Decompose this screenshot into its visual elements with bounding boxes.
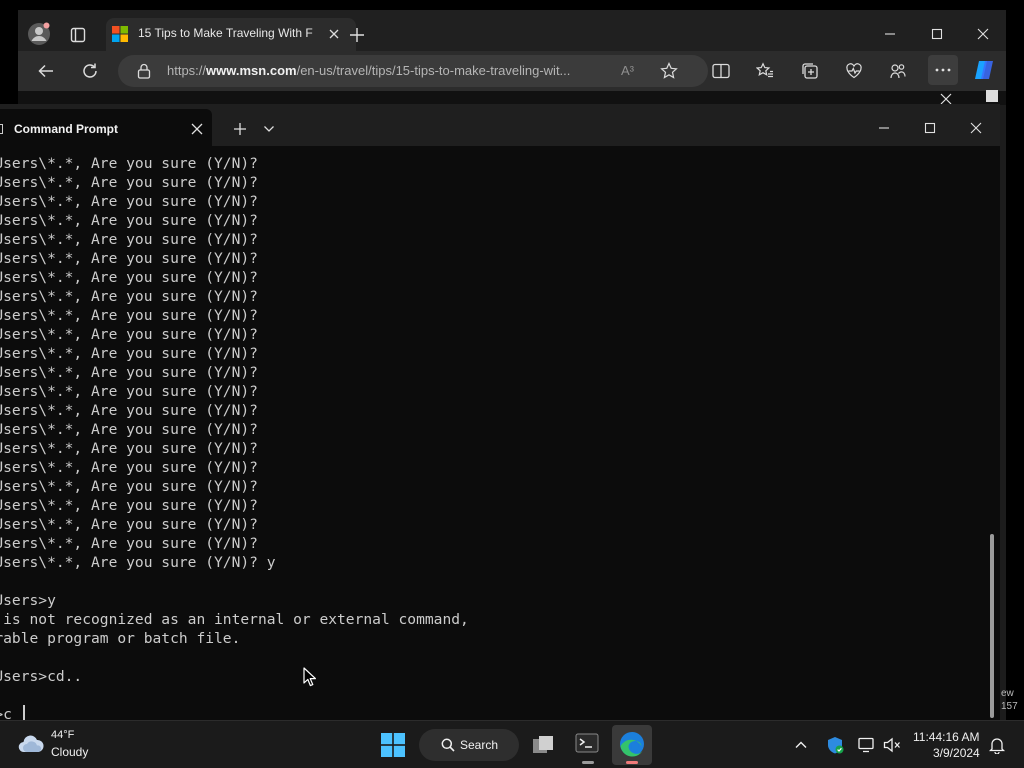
terminal-minimize-icon[interactable] [874,118,894,138]
page-side-text-line-1: ew [1001,688,1014,699]
lock-icon[interactable] [136,63,152,79]
search-icon [441,738,455,752]
terminal-line: C:\Users\*.*, Are you sure (Y/N)? [0,364,258,381]
weather-condition[interactable]: Cloudy [51,745,88,759]
favorite-star-icon[interactable] [660,62,678,80]
terminal-line: C:\Users\*.*, Are you sure (Y/N)? [0,212,258,229]
address-bar[interactable]: https://www.msn.com/en-us/travel/tips/15… [118,55,708,87]
cloudy-weather-icon[interactable] [17,734,45,754]
terminal-line: C:\Users\*.*, Are you sure (Y/N)? [0,231,258,248]
terminal-line: C:\Users\*.*, Are you sure (Y/N)? [0,193,258,210]
security-shield-icon[interactable] [826,736,844,754]
running-indicator [626,761,638,764]
terminal-line: C:\Users\*.*, Are you sure (Y/N)? [0,326,258,343]
browser-maximize-icon[interactable] [927,24,947,44]
terminal-line: C:\Users\*.*, Are you sure (Y/N)? [0,497,258,514]
terminal-line: C:\Users\*.*, Are you sure (Y/N)? [0,421,258,438]
terminal-tab[interactable]: Command Prompt [0,109,212,146]
terminal-line: 'y' is not recognized as an internal or … [0,611,469,628]
close-tab-icon[interactable] [326,26,342,42]
clock-time[interactable]: 11:44:16 AM [913,730,980,744]
terminal-line: C:\Users\*.*, Are you sure (Y/N)? [0,174,258,191]
terminal-line: C:\Users\*.*, Are you sure (Y/N)? [0,535,258,552]
terminal-line: C:\Users\*.*, Are you sure (Y/N)? [0,250,258,267]
browser-close-icon[interactable] [973,24,993,44]
terminal-line: C:\Users>y [0,592,56,609]
task-view-icon[interactable] [531,733,555,757]
chevron-up-icon[interactable] [794,738,808,752]
display-icon[interactable] [858,737,876,753]
msn-favicon-icon [112,26,128,42]
terminal-title-bar: Command Prompt [0,104,1000,146]
extensions-icon[interactable] [888,61,908,81]
page-side-text: ew 157 [1001,687,1018,713]
taskbar-search-box[interactable]: Search [419,729,519,761]
terminal-maximize-icon[interactable] [920,118,940,138]
profile-avatar-icon[interactable] [27,22,51,46]
terminal-line: C:\Users\*.*, Are you sure (Y/N)? [0,402,258,419]
terminal-line: C:\Users\*.*, Are you sure (Y/N)? [0,383,258,400]
volume-muted-icon[interactable] [883,737,901,753]
terminal-prompt-line[interactable]: C:\>c [0,705,12,720]
terminal-line: operable program or batch file. [0,630,241,647]
read-aloud-icon[interactable]: A³ [621,63,639,79]
terminal-line: C:\Users\*.*, Are you sure (Y/N)? [0,155,258,172]
collections-icon[interactable] [800,61,820,81]
new-tab-plus-icon[interactable] [348,26,366,44]
browser-tab-title: 15 Tips to Make Traveling With F [138,26,313,40]
url-text[interactable]: https://www.msn.com/en-us/travel/tips/15… [167,63,617,78]
page-content-area [18,91,1006,105]
running-indicator [582,761,594,764]
taskbar: 44°F Cloudy Search 11:44:16 AM 3/9/2024 [0,720,1024,768]
refresh-icon[interactable] [80,61,100,81]
command-prompt-window: Command Prompt C:\Users\*.*, Are you sur… [0,104,1000,720]
terminal-close-icon[interactable] [966,118,986,138]
terminal-output[interactable]: C:\Users\*.*, Are you sure (Y/N)? C:\Use… [0,154,990,720]
weather-temperature[interactable]: 44°F [51,729,74,741]
terminal-line: C:\Users\*.*, Are you sure (Y/N)? [0,288,258,305]
browser-minimize-icon[interactable] [880,24,900,44]
terminal-line: C:\Users\*.*, Are you sure (Y/N)? [0,478,258,495]
mouse-pointer-icon [303,667,317,688]
terminal-line: C:\Users>cd.. [0,668,83,685]
browser-essentials-icon[interactable] [844,61,864,81]
cmd-tab-icon [0,124,3,134]
chevron-down-icon[interactable] [262,122,276,136]
terminal-line: C:\Users\*.*, Are you sure (Y/N)? [0,516,258,533]
terminal-new-tab-icon[interactable] [232,121,248,137]
notification-bell-icon[interactable] [988,736,1006,754]
active-browser-tab[interactable]: 15 Tips to Make Traveling With F [106,18,356,51]
browser-toolbar: https://www.msn.com/en-us/travel/tips/15… [18,51,1006,91]
terminal-scrollbar[interactable] [990,534,994,718]
terminal-app-icon[interactable] [568,725,606,765]
split-screen-icon[interactable] [711,61,731,81]
text-cursor [23,705,25,720]
copilot-icon[interactable] [972,58,996,82]
browser-tab-strip: 15 Tips to Make Traveling With F [18,10,1006,51]
more-options-icon[interactable] [928,55,958,85]
close-terminal-tab-icon[interactable] [190,122,204,136]
page-scroll-up-arrow[interactable] [986,90,998,102]
page-side-text-line-2: 157 [1001,701,1018,712]
windows-start-icon[interactable] [381,733,405,757]
terminal-line: C:\Users\*.*, Are you sure (Y/N)? [0,440,258,457]
terminal-line: C:\Users\*.*, Are you sure (Y/N)? [0,269,258,286]
search-label: Search [460,738,499,752]
terminal-line: C:\Users\*.*, Are you sure (Y/N)? [0,307,258,324]
edge-app-icon[interactable] [612,725,652,765]
terminal-line: C:\Users\*.*, Are you sure (Y/N)? y [0,554,276,571]
favorites-icon[interactable] [755,61,775,81]
clock-date[interactable]: 3/9/2024 [933,746,980,760]
back-arrow-icon[interactable] [36,61,56,81]
terminal-tab-title: Command Prompt [14,122,119,136]
tab-actions-icon[interactable] [70,27,86,43]
terminal-line: C:\Users\*.*, Are you sure (Y/N)? [0,459,258,476]
terminal-line: C:\Users\*.*, Are you sure (Y/N)? [0,345,258,362]
